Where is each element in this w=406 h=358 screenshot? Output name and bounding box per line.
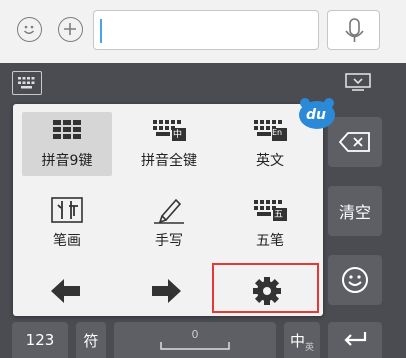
smiley-icon (23, 25, 35, 34)
enter-key[interactable] (328, 322, 382, 358)
menu-item-label: 五笔 (256, 233, 284, 249)
text-caret (100, 19, 102, 43)
lang-sub-label: 英 (305, 342, 315, 353)
microphone-icon (345, 18, 364, 42)
message-input[interactable] (93, 10, 319, 50)
menu-item-handwriting[interactable]: 手写 (124, 192, 214, 256)
arrow-right-icon (152, 279, 181, 303)
keyboard-toolbar (0, 63, 406, 103)
menu-item-label: 拼音9键 (41, 153, 93, 169)
emoji-button[interactable] (17, 17, 42, 42)
handwriting-icon (154, 198, 184, 224)
next-page-button[interactable] (146, 274, 186, 308)
du-label: du (306, 107, 326, 123)
pinyin-9key-icon (53, 120, 81, 139)
keyboard-switch-button[interactable] (12, 71, 42, 95)
arrow-left-icon (51, 279, 80, 303)
chat-input-bar (0, 0, 406, 64)
menu-item-pinyin-qwerty[interactable]: 中 拼音全键 (124, 112, 214, 176)
menu-item-pinyin-9key[interactable]: 拼音9键 (22, 112, 112, 176)
settings-highlight-box (212, 263, 319, 313)
space-key[interactable]: 0 (114, 322, 276, 358)
smiley-icon (342, 267, 368, 293)
english-badge: En (272, 128, 283, 137)
keyboard-hide-icon (345, 73, 371, 91)
voice-button[interactable] (327, 10, 380, 50)
menu-item-label: 拼音全键 (141, 153, 197, 169)
backspace-icon (338, 132, 370, 152)
emoji-key[interactable] (328, 255, 382, 305)
menu-item-label: 手写 (155, 233, 183, 249)
menu-item-label: 笔画 (53, 233, 81, 249)
du-logo: du (297, 96, 337, 130)
hide-keyboard-button[interactable] (344, 71, 372, 93)
menu-item-label: 英文 (256, 153, 284, 169)
previous-page-button[interactable] (46, 274, 86, 308)
plus-icon (64, 23, 76, 35)
keyboard-icon (18, 77, 35, 89)
wubi-badge: 五 (274, 210, 284, 220)
menu-item-wubi[interactable]: 五 五笔 (225, 192, 315, 256)
number-key[interactable]: 123 (12, 322, 68, 358)
clear-key[interactable]: 清空 (328, 186, 382, 236)
language-switch-key[interactable]: 中 英 (284, 322, 320, 358)
symbol-key[interactable]: 符 (76, 322, 106, 358)
space-bar-icon (160, 341, 230, 350)
add-button[interactable] (58, 17, 83, 42)
lang-main-label: 中 (289, 331, 305, 350)
enter-icon (344, 332, 367, 346)
menu-item-stroke[interactable]: 笔画 (22, 192, 112, 256)
qwerty-badge: 中 (173, 130, 183, 140)
stroke-icon (51, 197, 83, 223)
space-key-label: 0 (191, 327, 199, 341)
